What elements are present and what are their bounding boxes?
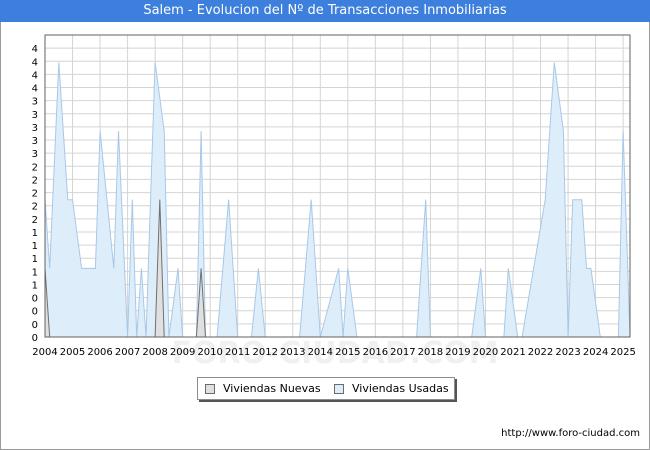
- y-tick-label: 3: [32, 123, 38, 134]
- x-tick-label: 2018: [418, 347, 443, 358]
- x-tick-label: 2020: [473, 347, 498, 358]
- y-tick-label: 1: [32, 254, 38, 265]
- series-layer: [44, 62, 631, 338]
- legend-label-nuevas: Viviendas Nuevas: [223, 382, 321, 395]
- x-tick-label: 2009: [170, 347, 195, 358]
- y-tick-label: 0: [32, 333, 38, 344]
- x-tick-label: 2019: [445, 347, 470, 358]
- y-tick-label: 2: [32, 175, 38, 186]
- x-tick-label: 2015: [335, 347, 360, 358]
- x-tick-label: 2025: [610, 347, 635, 358]
- footer-url: http://www.foro-ciudad.com: [501, 428, 640, 439]
- y-tick-label: 0: [32, 294, 38, 305]
- x-tick-label: 2008: [142, 347, 167, 358]
- y-tick-label: 3: [32, 110, 38, 121]
- x-tick-label: 2024: [583, 347, 608, 358]
- y-tick-label: 3: [32, 149, 38, 160]
- x-tick-label: 2007: [115, 347, 140, 358]
- y-tick-label: 4: [32, 44, 38, 55]
- legend-label-usadas: Viviendas Usadas: [352, 382, 449, 395]
- x-tick-label: 2021: [500, 347, 525, 358]
- y-tick-label: 2: [32, 162, 38, 173]
- legend-swatch-usadas: [334, 384, 344, 394]
- x-tick-label: 2010: [197, 347, 222, 358]
- legend: Viviendas Nuevas Viviendas Usadas: [197, 377, 455, 400]
- y-tick-label: 4: [32, 84, 38, 95]
- x-tick-label: 2004: [32, 347, 57, 358]
- y-tick-label: 1: [32, 280, 38, 291]
- y-tick-label: 1: [32, 267, 38, 278]
- y-tick-label: 2: [32, 202, 38, 213]
- x-tick-label: 2005: [60, 347, 85, 358]
- y-tick-label: 2: [32, 189, 38, 200]
- y-tick-label: 1: [32, 241, 38, 252]
- legend-swatch-nuevas: [205, 384, 215, 394]
- y-tick-label: 0: [32, 320, 38, 331]
- y-tick-label: 2: [32, 215, 38, 226]
- x-tick-label: 2011: [225, 347, 250, 358]
- x-tick-label: 2006: [87, 347, 112, 358]
- x-tick-label: 2022: [528, 347, 553, 358]
- y-tick-label: 3: [32, 136, 38, 147]
- y-tick-label: 4: [32, 57, 38, 68]
- y-tick-label: 4: [32, 70, 38, 81]
- y-axis-ticks: 0 0 0 0 1 1 1 1 1 2 2 2 2 2 3 3 3 3 3 4 4 4 4: [32, 44, 38, 344]
- x-tick-label: 2017: [390, 347, 415, 358]
- y-tick-label: 1: [32, 228, 38, 239]
- x-tick-label: 2013: [280, 347, 305, 358]
- y-tick-label: 0: [32, 307, 38, 318]
- x-tick-label: 2023: [555, 347, 580, 358]
- x-tick-label: 2014: [308, 347, 333, 358]
- x-tick-label: 2016: [363, 347, 388, 358]
- y-tick-label: 3: [32, 97, 38, 108]
- x-tick-label: 2012: [253, 347, 278, 358]
